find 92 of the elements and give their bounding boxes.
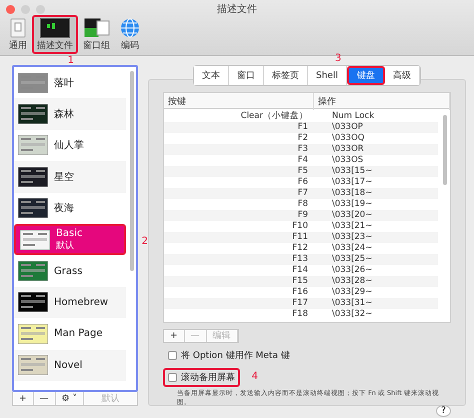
scrollbar[interactable]: [443, 115, 447, 185]
table-cell-text: \033OQ: [331, 133, 366, 144]
profile-name: 星空: [54, 170, 74, 184]
option-checkbox[interactable]: 将 Option 键用作 Meta 键: [163, 346, 295, 365]
profile-name: 落叶: [54, 76, 74, 90]
list-button[interactable]: —: [34, 392, 56, 405]
table-cell-text: F15: [291, 276, 309, 287]
profile-name: Homebrew: [54, 296, 108, 308]
checkbox-label: 将 Option 键用作 Meta 键: [181, 350, 290, 362]
table-cell-text: F11: [291, 232, 309, 243]
profile-thumbnail: [18, 104, 48, 124]
table-cell-text: \033[23~: [331, 232, 374, 243]
table-cell-text: \033[20~: [331, 210, 374, 221]
profile-name: Basic: [56, 228, 82, 239]
table-cell-text: F3: [296, 144, 309, 155]
table-cell-text: Num Lock: [331, 111, 376, 122]
table-cell-text: \033[18~: [331, 188, 374, 199]
table-cell-text: \033[21~: [331, 221, 374, 232]
zoom-icon[interactable]: [36, 4, 45, 14]
profile-thumbnail: [20, 230, 50, 250]
checkbox-label: 滚动备用屏幕: [181, 372, 235, 384]
profile-thumbnail: [18, 324, 48, 344]
table-cell-text: \033[32~: [331, 309, 374, 320]
help-button[interactable]: ?: [436, 404, 451, 417]
profile-thumbnail: [18, 355, 48, 376]
profile-thumbnail: [18, 261, 48, 282]
switch-icon: [9, 18, 27, 38]
table-cell-text: F7: [296, 188, 309, 199]
table-cell-text: \033[17~: [331, 177, 374, 188]
table-cell-text: F9: [296, 210, 309, 221]
table-cell-text: F8: [296, 199, 309, 210]
default-label: 默认: [56, 240, 75, 252]
callout-number: 3: [334, 53, 342, 64]
table-cell-text: F4: [296, 155, 309, 166]
windows-icon: [84, 18, 110, 38]
profile-item[interactable]: Homebrew: [14, 286, 126, 318]
checkbox[interactable]: [168, 351, 177, 360]
profile-name: 仙人掌: [54, 138, 84, 152]
tab[interactable]: 文本: [194, 66, 230, 85]
table-cell-text: F13: [291, 254, 309, 265]
profile-item[interactable]: Novel: [14, 350, 126, 381]
profile-thumbnail: [18, 135, 48, 156]
table-cell-text: \033[28~: [331, 276, 374, 287]
scrollbar[interactable]: [130, 71, 134, 271]
profile-item[interactable]: 森林: [14, 98, 126, 130]
table-cell-text: \033[29~: [331, 287, 374, 298]
toolbar-tab[interactable]: 编码: [115, 15, 145, 54]
profile-thumbnail: [18, 166, 48, 187]
profile-thumbnail: [18, 72, 48, 93]
table-cell-text: \033[15~: [331, 166, 374, 177]
table-cell-text: Clear（小键盘）: [240, 111, 309, 122]
list-button[interactable]: ⚙ ˅: [56, 392, 84, 405]
window-title: 描述文件: [216, 2, 258, 16]
table-cell-text: F1: [296, 122, 309, 133]
callout-number: 4: [252, 371, 258, 382]
table-cell-text: F17: [291, 298, 309, 309]
profile-name: Grass: [54, 266, 82, 277]
column-header[interactable]: 操作: [314, 93, 450, 110]
list-button[interactable]: +: [13, 392, 34, 405]
table-cell-text: \033[19~: [331, 199, 374, 210]
toolbar-tab[interactable]: 通用: [4, 15, 32, 54]
table-cell-text: F10: [291, 221, 309, 232]
terminal-icon: [40, 18, 70, 38]
table-cell-text: F12: [291, 243, 309, 254]
profile-item[interactable]: 星空: [14, 161, 126, 193]
profile-thumbnail: [18, 198, 48, 218]
table-cell-text: \033OP: [331, 122, 364, 133]
column-header[interactable]: 按键: [164, 93, 314, 110]
table-cell-text: \033[24~: [331, 243, 374, 254]
profile-name: 森林: [54, 108, 74, 122]
callout-number: 2: [142, 236, 148, 247]
table-cell-text: F18: [291, 309, 309, 320]
table-cell-text: \033OS: [331, 155, 364, 166]
globe-icon: [120, 18, 140, 38]
table-cell-text: F14: [291, 265, 309, 276]
checkbox[interactable]: [168, 373, 177, 382]
table-cell-text: F16: [291, 287, 309, 298]
profile-thumbnail: [18, 292, 48, 312]
table-cell-text: \033[26~: [331, 265, 374, 276]
table-button[interactable]: +: [164, 330, 185, 342]
table-cell-text: \033[25~: [331, 254, 374, 265]
profile-name: 夜海: [54, 202, 74, 216]
table-cell-text: \033[31~: [331, 298, 374, 309]
callout-number: 1: [68, 55, 74, 66]
table-cell-text: F2: [296, 133, 309, 144]
profile-name: Novel: [54, 360, 82, 371]
table-cell-text: F6: [296, 177, 309, 188]
table-cell-text: \033OR: [331, 144, 365, 155]
table-cell-text: F5: [296, 166, 309, 177]
toolbar-tab[interactable]: 窗口组: [78, 15, 115, 54]
profile-name: Man Page: [54, 328, 102, 340]
close-icon[interactable]: [6, 4, 15, 14]
